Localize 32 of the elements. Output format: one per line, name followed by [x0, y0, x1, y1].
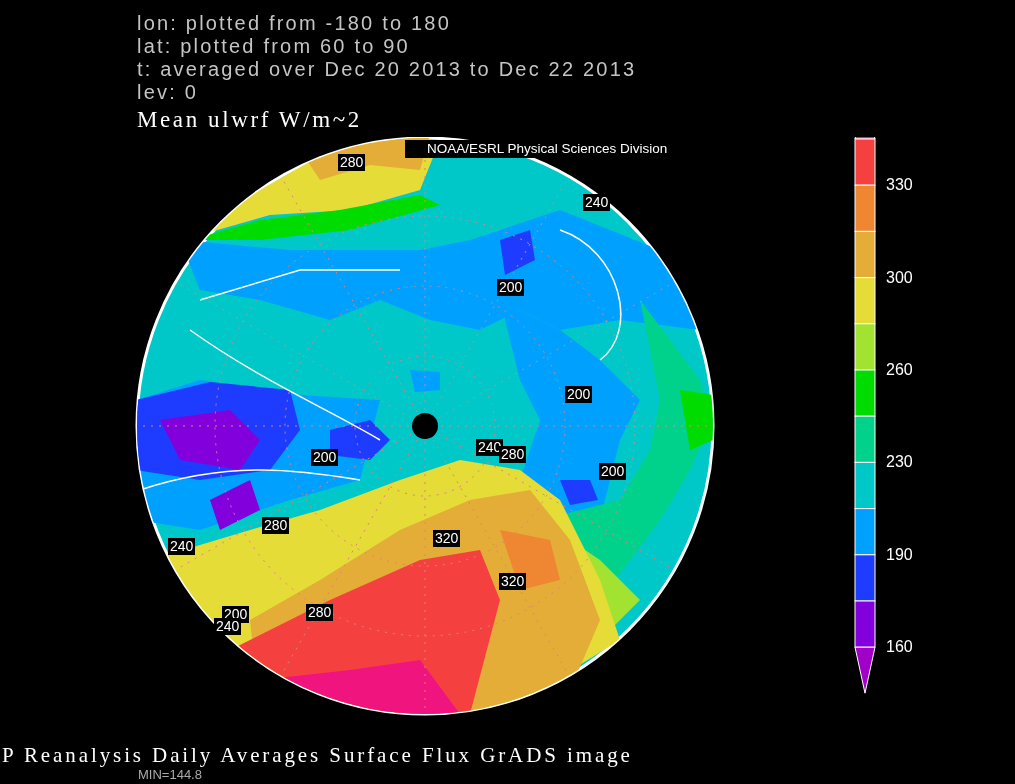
contour-label: 200 [565, 386, 593, 403]
min-value-text: MIN=144.8 [137, 767, 202, 783]
colorbar-label: 260 [886, 360, 913, 380]
contour-region [680, 390, 713, 450]
plot-info-line: lat: plotted from 60 to 90 [137, 35, 410, 58]
plot-caption: P Reanalysis Daily Averages Surface Flux GrADS image [1, 743, 633, 767]
contour-label: 280 [262, 517, 290, 534]
contour-label: 280 [499, 446, 527, 463]
colorbar-label: 190 [886, 544, 913, 565]
contour-label: 240 [168, 538, 196, 555]
contour-label: 200 [497, 279, 525, 296]
plot-title: Mean ulwrf W/m~2 [137, 106, 362, 133]
contour-label: 320 [433, 530, 461, 547]
plot-info-line: t: averaged over Dec 20 2013 to Dec 22 2013 [137, 58, 637, 81]
contour-label: 280 [306, 604, 334, 621]
pole-dot [412, 413, 438, 439]
contour-label: 240 [214, 618, 242, 635]
contour-label: 200 [599, 463, 627, 480]
contour-label: 280 [338, 154, 366, 171]
contour-label: 240 [583, 194, 611, 211]
colorbar-label: 330 [886, 175, 913, 196]
contour-label: 320 [499, 573, 527, 590]
plot-info-line: lev: 0 [137, 81, 198, 104]
contour-label: 200 [311, 449, 339, 466]
contour-region [410, 370, 440, 392]
colorbar-label: 300 [886, 267, 913, 288]
colorbar-label: 160 [886, 637, 913, 658]
contour-region [500, 230, 535, 275]
colorbar-label: 230 [886, 452, 913, 473]
contour-region [500, 530, 560, 590]
plot-info-line: lon: plotted from -180 to 180 [137, 12, 451, 35]
contour-region [560, 480, 598, 505]
